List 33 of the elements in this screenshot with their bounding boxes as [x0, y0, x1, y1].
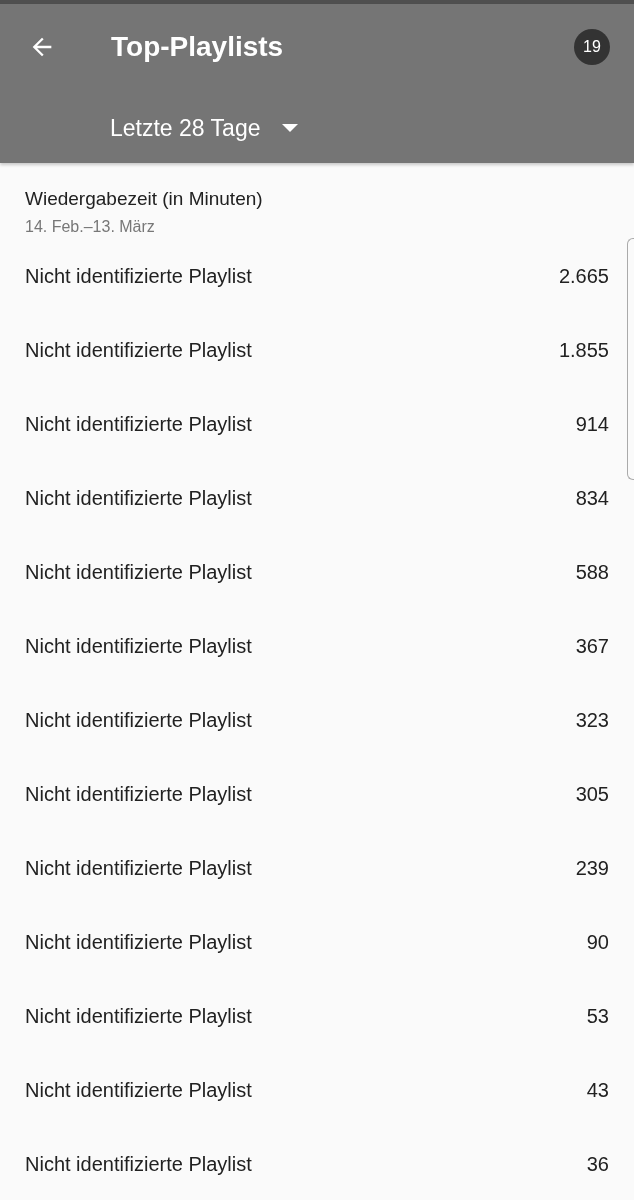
minutes-value: 53: [586, 1004, 609, 1028]
minutes-value: 43: [586, 1078, 609, 1102]
playlist-name[interactable]: Nicht identifizierte Playlist: [25, 338, 252, 362]
period-dropdown[interactable]: Letzte 28 Tage: [106, 110, 303, 146]
playlist-name[interactable]: Nicht identifizierte Playlist: [25, 1152, 252, 1176]
minutes-value: 367: [575, 634, 609, 658]
section-title: Wiedergabezeit (in Minuten): [25, 187, 264, 211]
playlist-name[interactable]: Nicht identifizierte Playlist: [25, 264, 252, 288]
minutes-value: 323: [575, 708, 609, 732]
playlist-name[interactable]: Nicht identifizierte Playlist: [25, 930, 252, 954]
count-badge[interactable]: 19: [574, 29, 610, 65]
minutes-value: 239: [575, 856, 609, 880]
minutes-value: 1.855: [558, 338, 609, 362]
minutes-value: 305: [575, 782, 609, 806]
minutes-value: 588: [575, 560, 609, 584]
minutes-value: 914: [575, 412, 609, 436]
playlist-name[interactable]: Nicht identifizierte Playlist: [25, 412, 252, 436]
caret-icon: [282, 124, 299, 132]
playlist-name[interactable]: Nicht identifizierte Playlist: [25, 1004, 252, 1028]
minutes-value: 36: [586, 1152, 609, 1176]
playlist-name[interactable]: Nicht identifizierte Playlist: [25, 486, 252, 510]
playlist-name[interactable]: Nicht identifizierte Playlist: [25, 1078, 252, 1102]
date-range: 14. Feb.–13. März: [25, 217, 156, 237]
page-title: Top-Playlists: [111, 31, 285, 63]
playlist-name[interactable]: Nicht identifizierte Playlist: [25, 560, 252, 584]
playlist-name[interactable]: Nicht identifizierte Playlist: [25, 708, 252, 732]
minutes-value: 2.665: [558, 264, 609, 288]
minutes-value: 90: [586, 930, 609, 954]
minutes-value: 834: [575, 486, 609, 510]
playlist-name[interactable]: Nicht identifizierte Playlist: [25, 782, 252, 806]
playlist-name[interactable]: Nicht identifizierte Playlist: [25, 856, 252, 880]
scrollbar[interactable]: [627, 238, 634, 480]
playlist-name[interactable]: Nicht identifizierte Playlist: [25, 634, 252, 658]
